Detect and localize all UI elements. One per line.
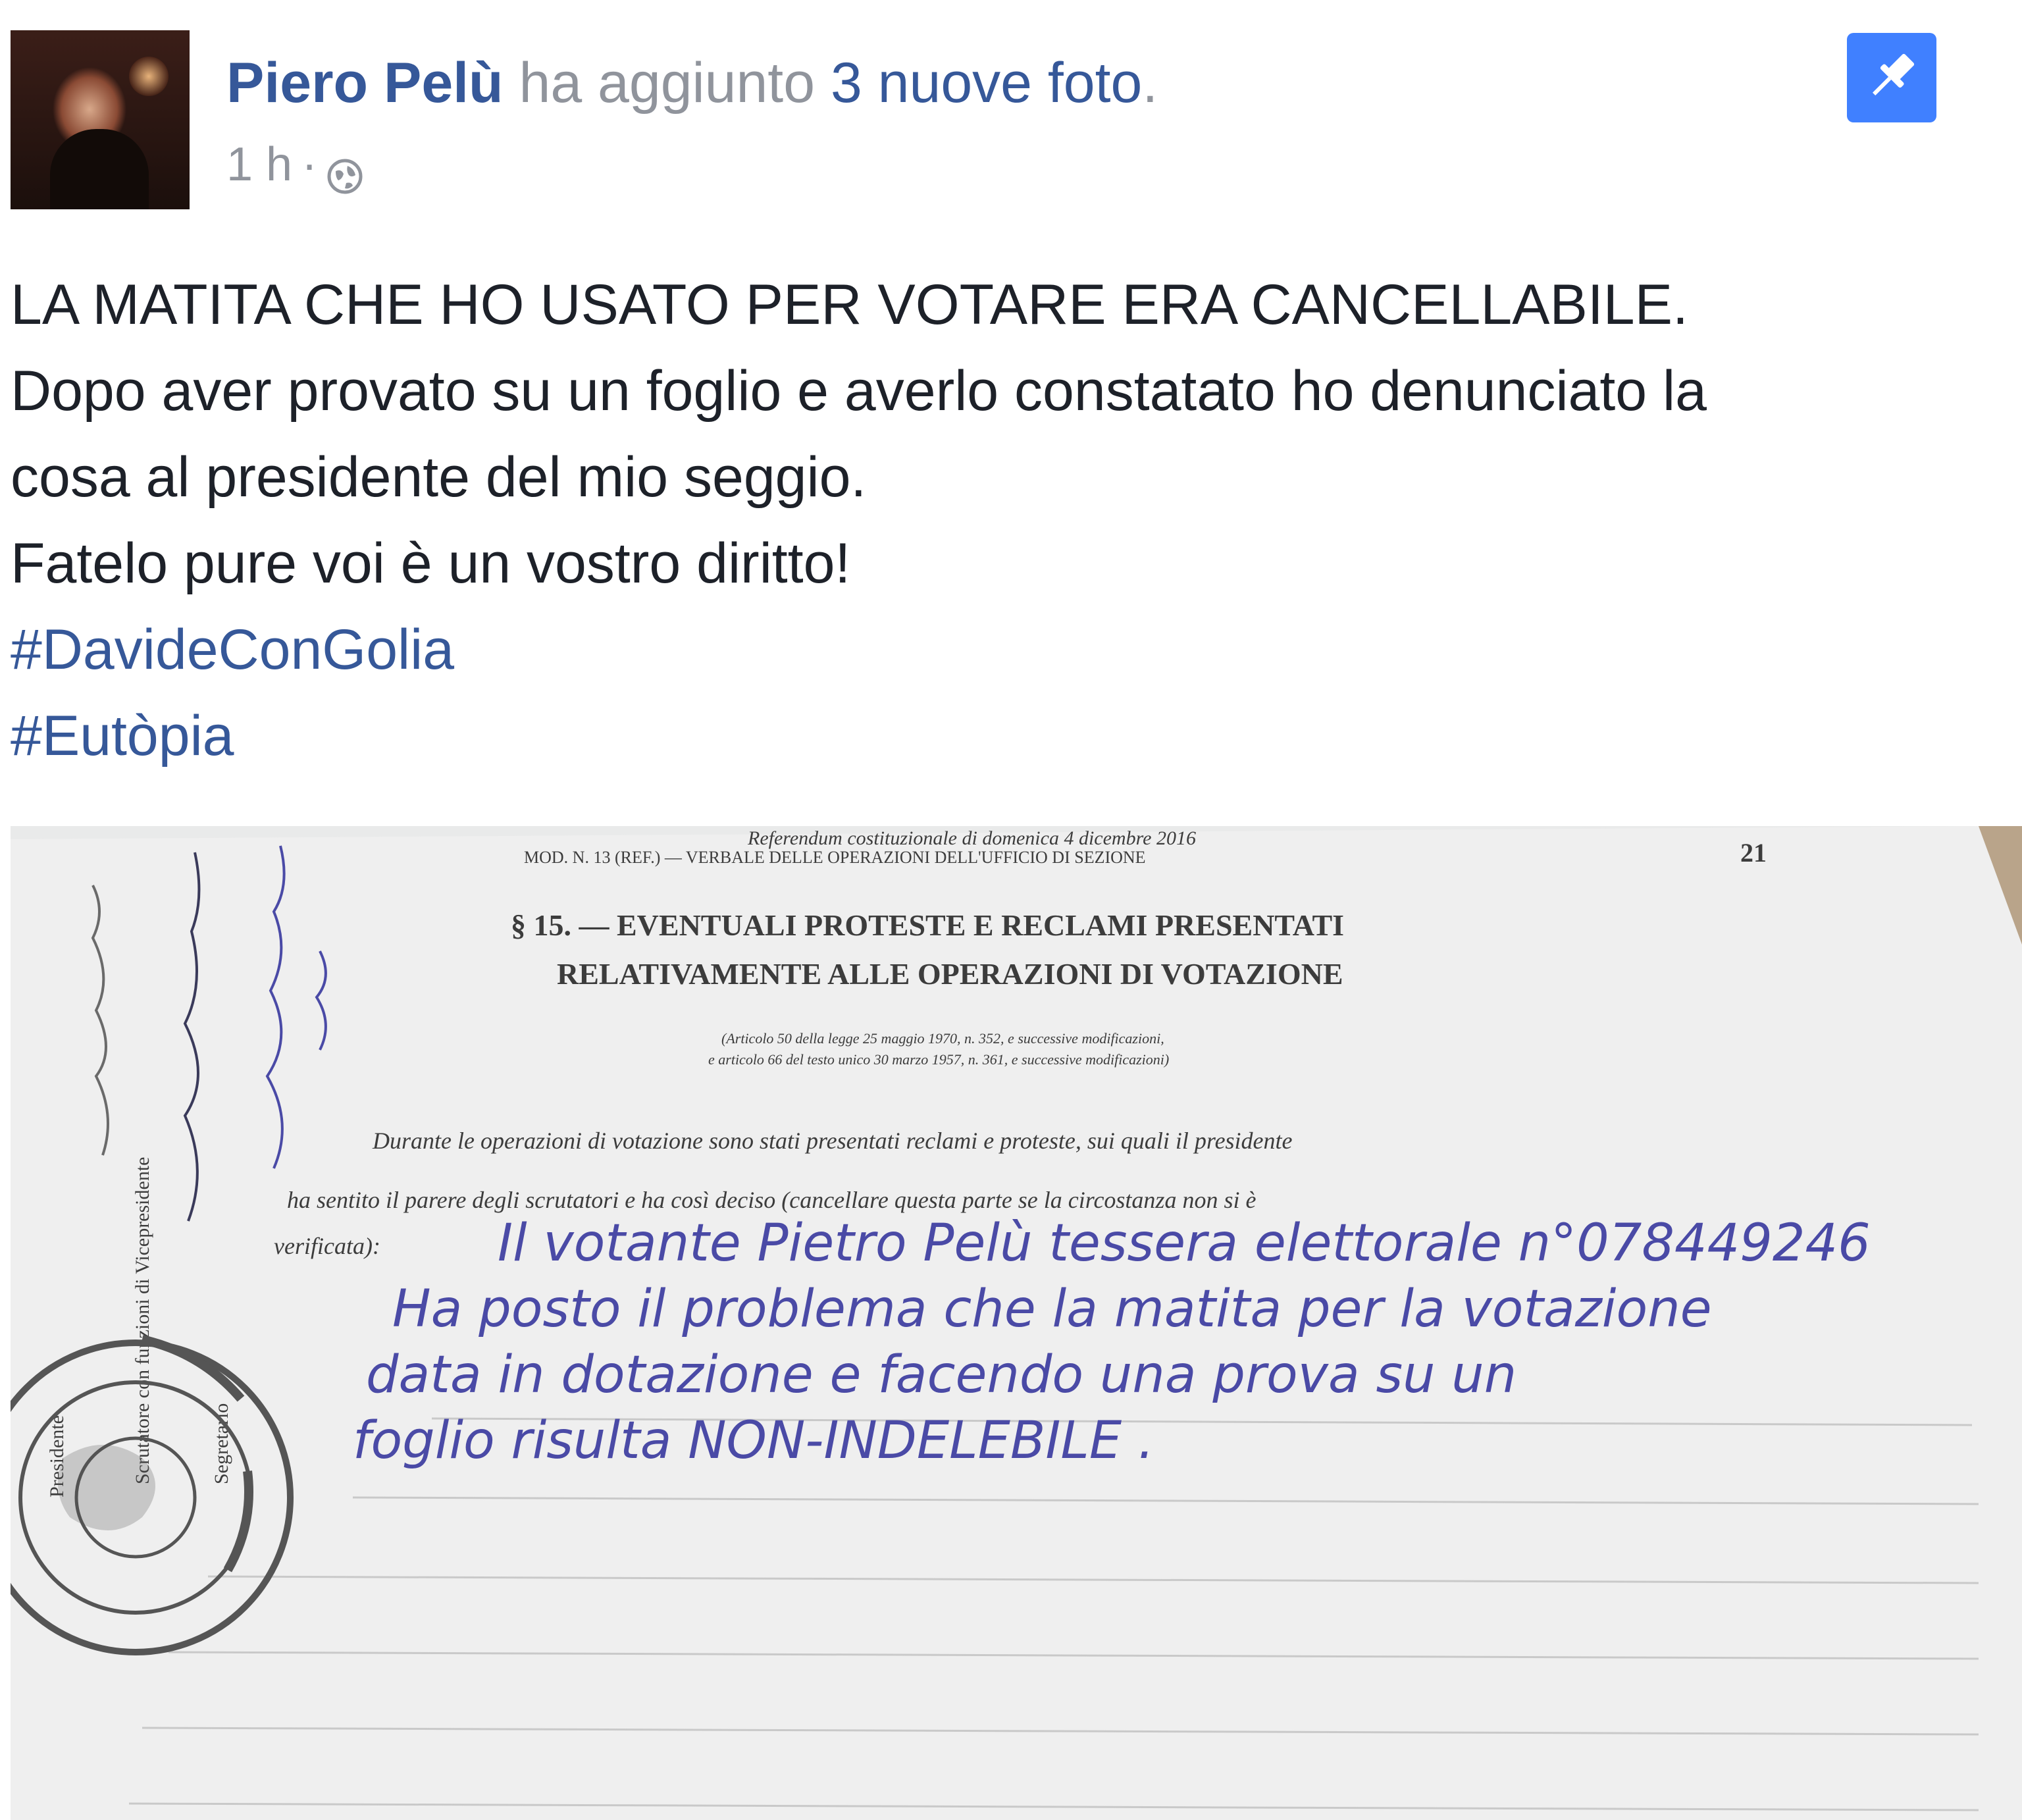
post-line-2: Dopo aver provato su un foglio e averlo … bbox=[11, 359, 1707, 423]
post-line-1: LA MATITA CHE HO USATO PER VOTARE ERA CA… bbox=[11, 273, 1688, 336]
globe-icon[interactable] bbox=[326, 146, 363, 194]
avatar-figure bbox=[50, 129, 149, 209]
doc-paragraph-2: ha sentito il parere degli scrutatori e … bbox=[287, 1187, 1256, 1213]
pin-icon bbox=[1859, 43, 1925, 113]
post-meta: 1 h · bbox=[226, 132, 363, 197]
author-name-link[interactable]: Piero Pelù bbox=[226, 51, 504, 115]
handwritten-line-1: Il votante Pietro Pelù tessera elettoral… bbox=[498, 1214, 1871, 1273]
post-line-4: Fatelo pure voi è un vostro diritto! bbox=[11, 532, 851, 595]
photos-link[interactable]: 3 nuove foto bbox=[831, 51, 1142, 115]
handwritten-line-3: data in dotazione e facendo una prova su… bbox=[366, 1345, 1516, 1405]
doc-reference-2: e articolo 66 del testo unico 30 marzo 1… bbox=[708, 1051, 1169, 1068]
author-avatar[interactable] bbox=[11, 30, 190, 209]
post-action-end: . bbox=[1142, 51, 1158, 115]
doc-paragraph-1: Durante le operazioni di votazione sono … bbox=[372, 1128, 1293, 1154]
avatar-lamp bbox=[129, 57, 168, 96]
handwritten-line-4: foglio risulta NON-INDELEBILE . bbox=[353, 1411, 1154, 1470]
facebook-post: Piero Pelù ha aggiunto 3 nuove foto. 1 h… bbox=[0, 0, 2022, 1820]
margin-label-scrutatore: Scrutatore con funzioni di Vicepresident… bbox=[132, 1157, 153, 1484]
meta-separator: · bbox=[301, 138, 318, 191]
post-line-3: cosa al presidente del mio seggio. bbox=[11, 446, 867, 509]
doc-section-title-1: § 15. — EVENTUALI PROTESTE E RECLAMI PRE… bbox=[511, 908, 1344, 942]
post-action-text: ha aggiunto bbox=[519, 51, 816, 115]
post-timestamp[interactable]: 1 h bbox=[226, 132, 292, 197]
post-photo[interactable]: Referendum costituzionale di domenica 4 … bbox=[11, 826, 2022, 1820]
pin-button[interactable] bbox=[1847, 33, 1936, 122]
photo-document: Referendum costituzionale di domenica 4 … bbox=[11, 826, 2022, 1820]
doc-header: MOD. N. 13 (REF.) — VERBALE DELLE OPERAZ… bbox=[524, 848, 1146, 867]
doc-section-title-2: RELATIVAMENTE ALLE OPERAZIONI DI VOTAZIO… bbox=[557, 957, 1343, 991]
post-title-line: Piero Pelù ha aggiunto 3 nuove foto. bbox=[226, 50, 1158, 116]
hashtag-eutopia[interactable]: #Eutòpia bbox=[11, 693, 1998, 779]
post-message: LA MATITA CHE HO USATO PER VOTARE ERA CA… bbox=[11, 262, 1998, 779]
doc-paragraph-3: verificata): bbox=[274, 1233, 380, 1259]
doc-reference-1: (Articolo 50 della legge 25 maggio 1970,… bbox=[721, 1030, 1164, 1047]
hashtag-davideconGolia[interactable]: #DavideConGolia bbox=[11, 607, 1998, 693]
doc-top-line: Referendum costituzionale di domenica 4 … bbox=[747, 827, 1196, 849]
handwritten-line-2: Ha posto il problema che la matita per l… bbox=[392, 1280, 1712, 1339]
doc-page-number: 21 bbox=[1740, 838, 1767, 868]
